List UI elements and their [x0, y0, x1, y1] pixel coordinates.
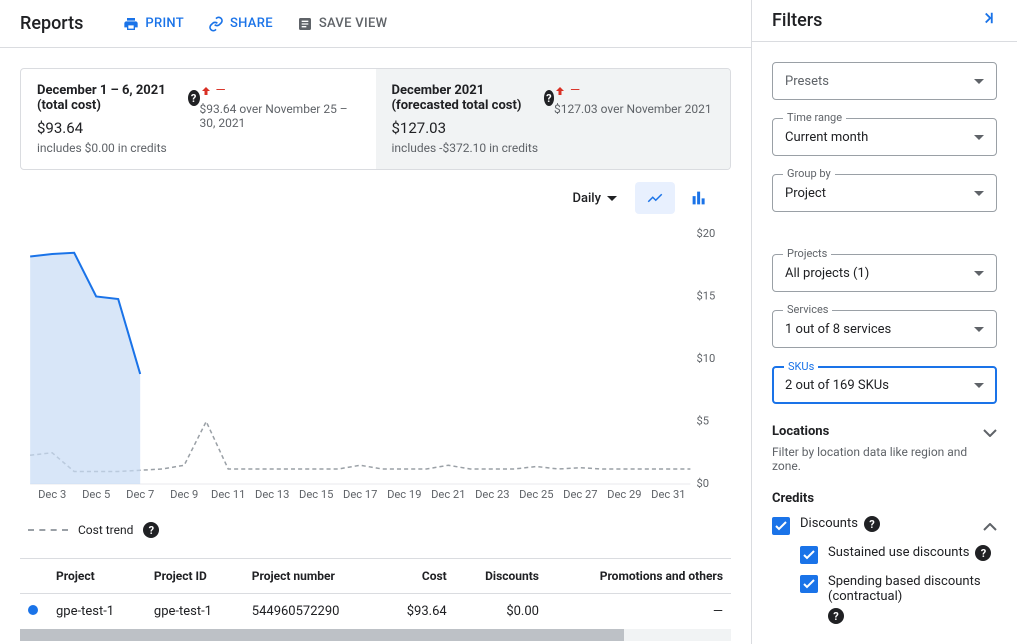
time-range-select[interactable]: Time range Current month: [772, 118, 997, 156]
svg-text:$0: $0: [696, 477, 709, 490]
reports-header: Reports PRINT SHARE: [0, 0, 751, 48]
svg-text:Dec 29: Dec 29: [607, 488, 641, 501]
forecast-title: December 2021 (forecasted total cost): [392, 83, 538, 113]
total-cost-delta: $93.64 over November 25 – 30, 2021: [200, 102, 360, 130]
total-cost-amount: $93.64: [37, 119, 200, 137]
skus-select[interactable]: SKUs 2 out of 169 SKUs: [772, 366, 997, 404]
collapse-panel-icon[interactable]: [979, 9, 997, 32]
presets-select[interactable]: Presets: [772, 62, 997, 100]
credits-title: Credits: [772, 491, 997, 506]
svg-text:Dec 17: Dec 17: [343, 488, 377, 501]
save-icon: [297, 16, 313, 32]
svg-text:Dec 3: Dec 3: [38, 488, 66, 501]
svg-text:Dec 19: Dec 19: [387, 488, 421, 501]
help-icon[interactable]: ?: [188, 90, 200, 106]
projects-select[interactable]: Projects All projects (1): [772, 254, 997, 292]
svg-text:Dec 7: Dec 7: [126, 488, 154, 501]
credits-section: Credits Discounts ?: [772, 491, 997, 624]
svg-text:Dec 31: Dec 31: [651, 488, 685, 501]
svg-text:Dec 13: Dec 13: [255, 488, 289, 501]
svg-text:Dec 11: Dec 11: [211, 488, 245, 501]
sustained-label: Sustained use discounts: [828, 545, 969, 560]
discounts-label: Discounts: [800, 516, 858, 531]
forecast-delta: $127.03 over November 2021: [554, 102, 714, 116]
share-icon: [208, 16, 224, 32]
svg-text:$15: $15: [696, 290, 715, 303]
locations-title: Locations: [772, 424, 829, 439]
help-icon[interactable]: ?: [143, 522, 159, 538]
project-color-dot: [28, 605, 38, 615]
total-cost-title: December 1 – 6, 2021 (total cost): [37, 83, 182, 113]
save-view-button[interactable]: SAVE VIEW: [297, 16, 388, 32]
total-cost-credits: includes $0.00 in credits: [37, 141, 200, 155]
forecast-amount: $127.03: [392, 119, 555, 137]
svg-text:Dec 25: Dec 25: [519, 488, 553, 501]
chevron-down-icon: [607, 191, 617, 206]
legend-label: Cost trend: [78, 523, 133, 537]
svg-text:$5: $5: [696, 415, 709, 428]
svg-text:Dec 5: Dec 5: [82, 488, 110, 501]
chevron-down-icon: [974, 378, 984, 393]
chevron-down-icon: [974, 130, 984, 145]
chevron-down-icon: [974, 266, 984, 281]
trend-swatch: [28, 529, 68, 531]
filters-title: Filters: [772, 10, 822, 31]
chevron-down-icon: [983, 422, 997, 441]
chart-legend: Cost trend ?: [20, 514, 731, 558]
chevron-down-icon: [974, 322, 984, 337]
share-button[interactable]: SHARE: [208, 16, 273, 32]
services-select[interactable]: Services 1 out of 8 services: [772, 310, 997, 348]
print-button[interactable]: PRINT: [123, 16, 184, 32]
help-icon[interactable]: ?: [544, 90, 554, 106]
table-row[interactable]: gpe-test-1gpe-test-1544960572290 $93.64$…: [20, 594, 731, 630]
chevron-up-icon[interactable]: [983, 516, 997, 535]
granularity-dropdown[interactable]: Daily: [565, 185, 626, 212]
chevron-down-icon: [974, 186, 984, 201]
spending-label: Spending based discounts (contractual): [828, 574, 981, 604]
cost-chart: $0 $5 $10 $15 $20 Dec 3 Dec 5 Dec 7 Dec 9 Dec 11 D…: [20, 224, 731, 514]
svg-text:$10: $10: [696, 352, 715, 365]
total-trend-indicator: —: [200, 83, 360, 98]
group-by-select[interactable]: Group by Project: [772, 174, 997, 212]
print-icon: [123, 16, 139, 32]
page-title: Reports: [20, 13, 83, 34]
discounts-checkbox[interactable]: [772, 517, 790, 535]
help-icon[interactable]: ?: [975, 545, 991, 561]
sustained-use-checkbox[interactable]: [800, 546, 818, 564]
arrow-up-icon: [554, 85, 566, 97]
filters-header: Filters: [752, 0, 1017, 42]
svg-text:Dec 23: Dec 23: [475, 488, 509, 501]
forecast-trend-indicator: —: [554, 83, 714, 98]
line-chart-button[interactable]: [635, 182, 675, 214]
spending-based-checkbox[interactable]: [800, 575, 818, 593]
total-cost-card[interactable]: December 1 – 6, 2021 (total cost) ? $93.…: [21, 69, 376, 169]
forecast-cost-card[interactable]: December 2021 (forecasted total cost) ? …: [376, 69, 731, 169]
svg-text:Dec 21: Dec 21: [431, 488, 465, 501]
chevron-down-icon: [974, 74, 984, 89]
horizontal-scrollbar[interactable]: [20, 629, 731, 641]
help-icon[interactable]: ?: [828, 608, 844, 624]
svg-text:Dec 27: Dec 27: [563, 488, 597, 501]
cost-table: ProjectProject IDProject numberCostDisco…: [20, 558, 731, 641]
summary-cards: December 1 – 6, 2021 (total cost) ? $93.…: [20, 68, 731, 170]
locations-section[interactable]: Locations Filter by location data like r…: [772, 422, 997, 473]
svg-text:Dec 9: Dec 9: [170, 488, 198, 501]
help-icon[interactable]: ?: [864, 516, 880, 532]
svg-text:$20: $20: [696, 227, 715, 240]
forecast-credits: includes -$372.10 in credits: [392, 141, 555, 155]
locations-subtitle: Filter by location data like region and …: [772, 445, 997, 473]
svg-text:Dec 15: Dec 15: [299, 488, 333, 501]
bar-chart-button[interactable]: [679, 182, 719, 214]
arrow-up-icon: [200, 85, 212, 97]
